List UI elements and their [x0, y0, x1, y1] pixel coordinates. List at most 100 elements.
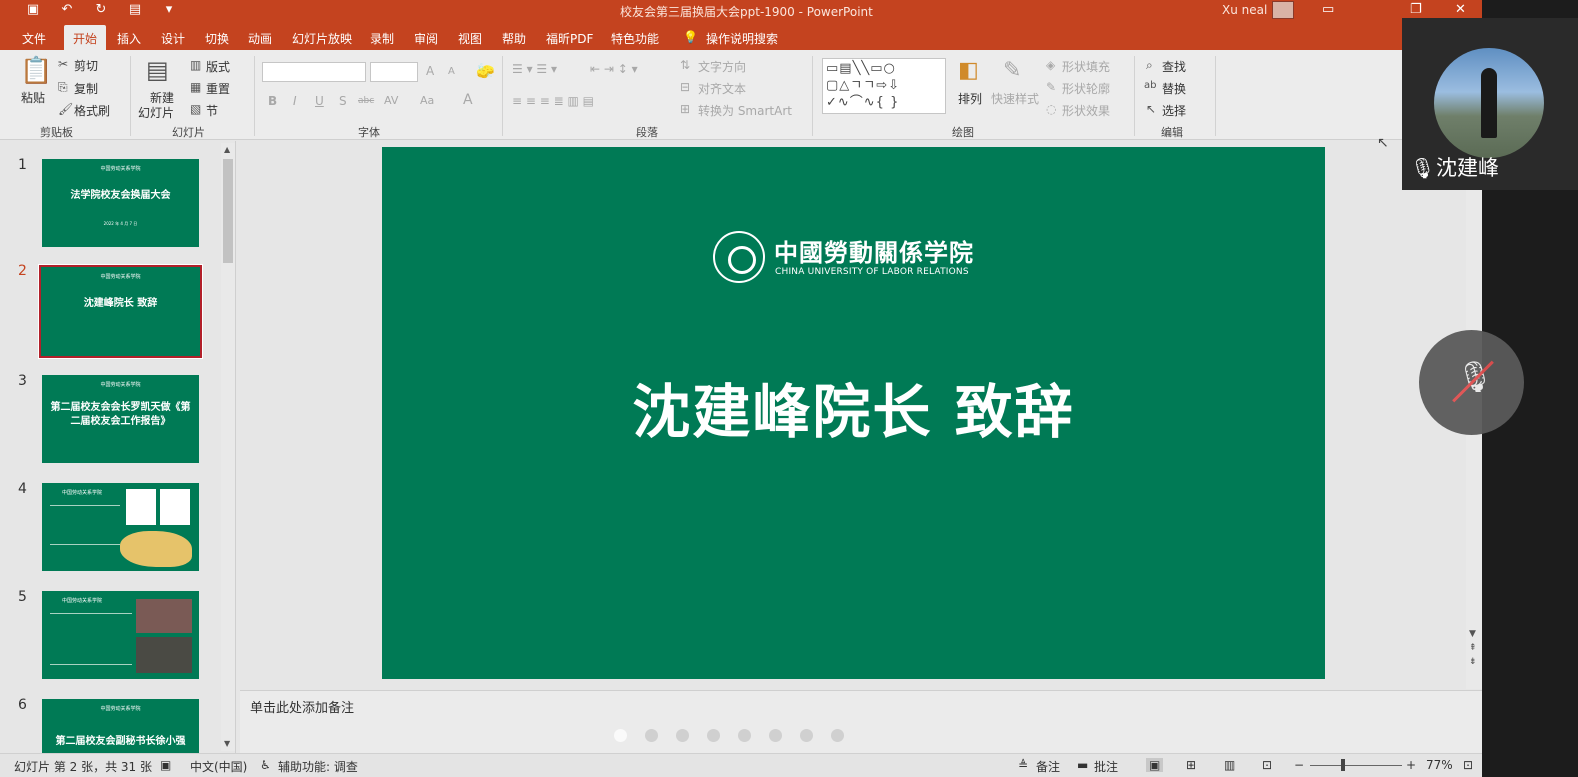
select-button[interactable]: 选择 [1162, 102, 1186, 119]
save-icon[interactable]: ▣ [24, 2, 42, 18]
mute-toggle-button[interactable]: 🎙 [1419, 330, 1524, 435]
arrange-button[interactable]: 排列 [958, 90, 982, 107]
zoom-slider[interactable] [1310, 765, 1402, 766]
tab-insert[interactable]: 插入 [117, 30, 141, 47]
align-icons[interactable]: ≡ ≡ ≡ ≣ ▥ ▤ [512, 94, 594, 108]
previous-slide-icon[interactable]: ⇞ [1469, 643, 1477, 653]
font-size-combo[interactable] [370, 62, 418, 82]
align-text-button[interactable]: 对齐文本 [698, 80, 746, 97]
scroll-down-icon[interactable]: ▼ [224, 739, 230, 748]
cut-button[interactable]: 剪切 [74, 57, 98, 74]
zoom-slider-knob[interactable] [1341, 759, 1345, 771]
char-spacing-button[interactable]: AV [384, 94, 398, 107]
italic-button[interactable]: I [293, 94, 297, 108]
tab-slideshow[interactable]: 幻灯片放映 [292, 30, 352, 47]
tab-file[interactable]: 文件 [22, 30, 46, 47]
group-label-font: 字体 [358, 126, 380, 139]
underline-button[interactable]: U [315, 94, 324, 108]
reset-button[interactable]: 重置 [206, 80, 230, 97]
scroll-down-icon[interactable]: ▼ [1469, 629, 1476, 639]
tab-home[interactable]: 开始 [64, 25, 107, 50]
slide-thumbnail[interactable]: 中国劳动关系学院 第二届校友会副秘书长徐小强 [42, 699, 199, 753]
shrink-font-button[interactable]: A [448, 66, 455, 77]
zoom-in-icon[interactable]: + [1406, 758, 1416, 772]
close-icon[interactable]: ✕ [1455, 2, 1466, 17]
shadow-button[interactable]: S [339, 94, 347, 108]
paste-icon[interactable]: 📋 [20, 56, 52, 86]
tab-animations[interactable]: 动画 [248, 30, 272, 47]
participant-video-tile[interactable]: 🎙 沈建峰 [1402, 18, 1578, 190]
tab-record[interactable]: 录制 [370, 30, 394, 47]
present-icon[interactable]: ▤ [126, 2, 144, 18]
user-avatar[interactable] [1272, 1, 1294, 19]
lightbulb-icon[interactable]: 💡 [683, 30, 698, 44]
normal-view-icon[interactable]: ▣ [1146, 758, 1164, 772]
fit-slide-icon[interactable]: ⊡ [1463, 758, 1473, 772]
spellcheck-icon[interactable]: ▣ [160, 758, 171, 772]
tab-features[interactable]: 特色功能 [611, 30, 659, 47]
slide-title[interactable]: 沈建峰院长 致辞 [382, 365, 1325, 449]
copy-button[interactable]: 复制 [74, 80, 98, 97]
arrange-icon[interactable]: ◧ [958, 58, 979, 83]
user-name[interactable]: Xu neal [1222, 3, 1267, 17]
replace-button[interactable]: 替换 [1162, 80, 1186, 97]
quick-styles-icon[interactable]: ✎ [1003, 58, 1021, 83]
notes-button[interactable]: 备注 [1036, 758, 1060, 775]
paste-button[interactable]: 粘贴 [21, 89, 45, 106]
shapes-gallery[interactable]: ▭▤╲╲▭○ ▢△ㄱㄱ⇨⇩ ✓∿⌒∿{ } [822, 58, 946, 114]
bold-button[interactable]: B [268, 94, 277, 108]
tab-help[interactable]: 帮助 [502, 30, 526, 47]
find-button[interactable]: 查找 [1162, 58, 1186, 75]
slide-thumbnail[interactable]: 中国劳动关系学院 [42, 591, 199, 679]
shape-outline-button[interactable]: 形状轮廓 [1062, 80, 1110, 97]
language-indicator[interactable]: 中文(中国) [190, 758, 247, 775]
ribbon-display-icon[interactable]: ▭ [1322, 2, 1334, 17]
tell-me-search[interactable]: 操作说明搜索 [706, 30, 778, 47]
smartart-button[interactable]: 转换为 SmartArt [698, 102, 792, 119]
format-painter-button[interactable]: 格式刷 [74, 102, 110, 119]
clear-format-icon[interactable]: 🧽 [476, 62, 495, 80]
tab-view[interactable]: 视图 [458, 30, 482, 47]
tab-foxit-pdf[interactable]: 福昕PDF [546, 30, 593, 47]
comments-button[interactable]: 批注 [1094, 758, 1118, 775]
indent-icon[interactable]: ⇤ ⇥ ↕ ▾ [590, 62, 638, 76]
current-slide[interactable]: 中國勞動關係学院 CHINA UNIVERSITY OF LABOR RELAT… [382, 147, 1325, 679]
university-name-en: CHINA UNIVERSITY OF LABOR RELATIONS [775, 267, 969, 277]
slide-thumbnail[interactable]: 中国劳动关系学院 法学院校友会换届大会 2022 年 4 月 7 日 [42, 159, 199, 247]
section-button[interactable]: 节 [206, 102, 218, 119]
shape-effects-button[interactable]: 形状效果 [1062, 102, 1110, 119]
tab-design[interactable]: 设计 [161, 30, 185, 47]
new-slide-icon[interactable]: ▤ [146, 56, 169, 84]
slide-thumbnail[interactable]: 中国劳动关系学院 [42, 483, 199, 571]
scroll-thumb[interactable] [223, 159, 233, 263]
accessibility-status[interactable]: 辅助功能: 调查 [278, 758, 358, 775]
font-color-button[interactable]: A [463, 92, 473, 108]
slideshow-icon[interactable]: ⊡ [1262, 758, 1272, 772]
layout-button[interactable]: 版式 [206, 58, 230, 75]
grow-font-button[interactable]: A [426, 64, 434, 78]
zoom-out-icon[interactable]: − [1294, 758, 1304, 772]
change-case-button[interactable]: Aa [420, 94, 434, 107]
bullets-icon[interactable]: ☰ ▾ ☰ ▾ [512, 62, 557, 76]
strikethrough-button[interactable]: abc [358, 96, 374, 106]
restore-icon[interactable]: ❐ [1410, 2, 1422, 17]
slide-sorter-icon[interactable]: ⊞ [1186, 758, 1196, 772]
zoom-level[interactable]: 77% [1426, 758, 1453, 772]
slide-thumbnail[interactable]: 中国劳动关系学院 第二届校友会会长罗凯天做《第二届校友会工作报告》 [42, 375, 199, 463]
font-name-combo[interactable] [262, 62, 366, 82]
redo-icon[interactable]: ↻ [92, 2, 110, 18]
next-slide-icon[interactable]: ⇟ [1469, 657, 1477, 667]
text-direction-button[interactable]: 文字方向 [698, 58, 746, 75]
slide-thumbnail-selected[interactable]: 中国劳动关系学院 沈建峰院长 致辞 [38, 264, 203, 359]
customize-icon[interactable]: ▾ [160, 2, 178, 18]
thumbnails-scrollbar[interactable]: ▲ ▼ [221, 143, 235, 751]
new-slide-label-2[interactable]: 幻灯片 [138, 104, 174, 121]
tab-review[interactable]: 审阅 [414, 30, 438, 47]
tab-transitions[interactable]: 切换 [205, 30, 229, 47]
undo-icon[interactable]: ↶ [58, 2, 76, 18]
notes-pane[interactable]: 单击此处添加备注 [240, 690, 1482, 753]
scroll-up-icon[interactable]: ▲ [224, 145, 230, 154]
reading-view-icon[interactable]: ▥ [1224, 758, 1235, 772]
quick-styles-button[interactable]: 快速样式 [991, 90, 1039, 107]
shape-fill-button[interactable]: 形状填充 [1062, 58, 1110, 75]
